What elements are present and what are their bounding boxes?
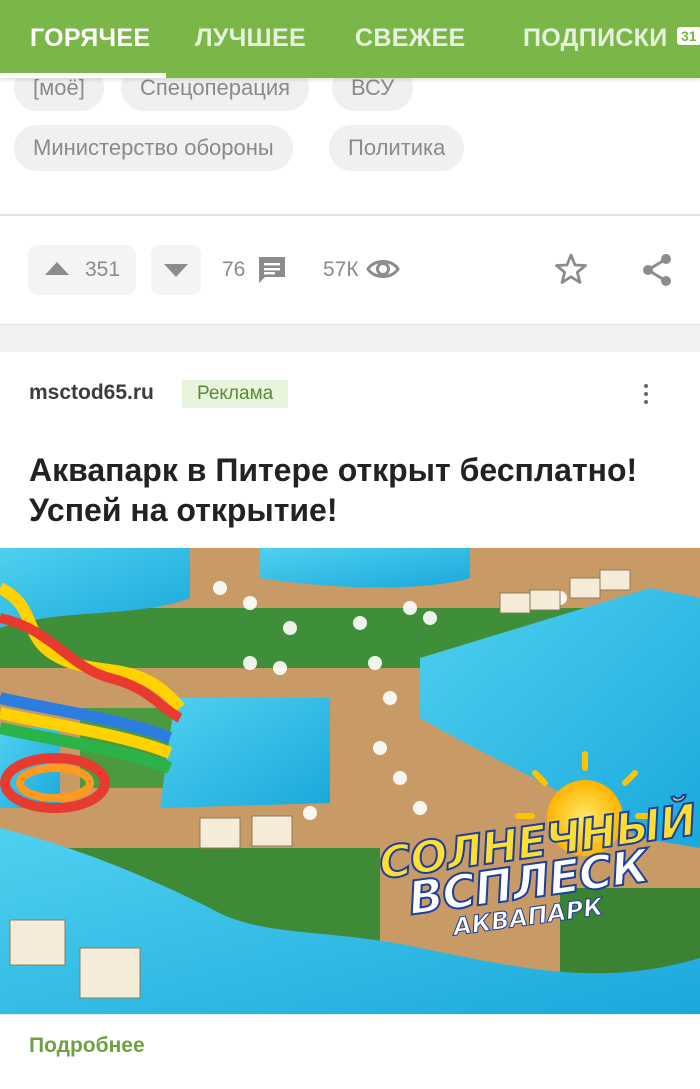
views-count: 57К [323,258,359,281]
tag-politics[interactable]: Политика [329,125,465,171]
downvote-button[interactable] [151,245,201,295]
top-navigation: ГОРЯЧЕЕ ЛУЧШЕЕ СВЕЖЕЕ ПОДПИСКИ 31 [0,0,700,78]
upvote-arrow-icon [45,262,69,275]
rating-count: 351 [85,258,121,281]
ad-title[interactable]: Аквапарк в Питере открыт бесплатно! Успе… [29,450,669,530]
tab-subscriptions[interactable]: ПОДПИСКИ [523,24,668,53]
post-actions: 351 76 57К [0,216,700,324]
tab-fresh[interactable]: СВЕЖЕЕ [355,24,466,53]
ad-label-badge: Реклама [182,380,289,408]
tag-ministry-of-defense[interactable]: Министерство обороны [14,125,293,171]
ad-more-link[interactable]: Подробнее [29,1034,145,1058]
tab-best[interactable]: ЛУЧШЕЕ [195,24,306,53]
ad-source-domain[interactable]: msctod65.ru [29,381,154,405]
divider [0,1014,700,1015]
downvote-arrow-icon [164,264,188,277]
eye-icon [366,260,400,278]
star-icon[interactable] [554,252,588,286]
share-icon[interactable] [641,253,673,287]
feed-separator [0,324,700,352]
active-tab-indicator [0,73,166,78]
more-options-icon[interactable] [640,384,652,406]
comment-icon[interactable] [256,255,288,285]
ad-image[interactable]: СОЛНЕЧНЫЙ ВСПЛЕСК АКВАПАРК [0,548,700,1014]
waterpark-illustration [0,548,700,1014]
upvote-button[interactable]: 351 [28,245,136,295]
tab-hot[interactable]: ГОРЯЧЕЕ [30,24,150,53]
comments-count[interactable]: 76 [222,258,245,282]
subscriptions-badge: 31 [677,27,700,45]
